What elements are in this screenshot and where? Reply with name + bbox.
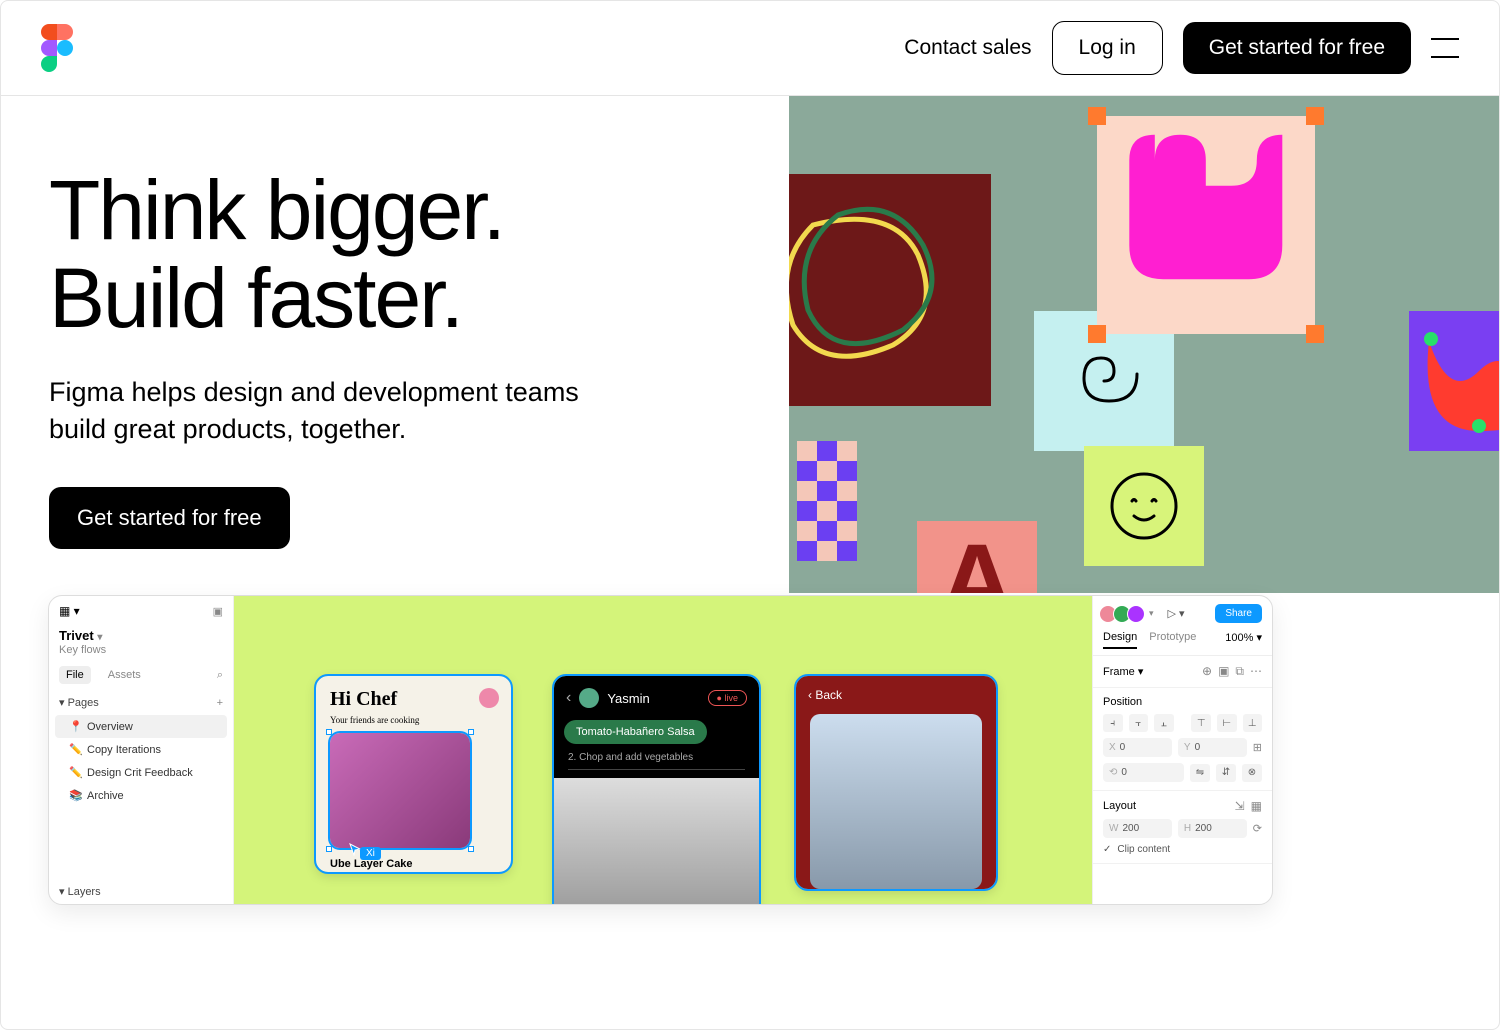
smile-card <box>1084 446 1204 566</box>
more-icon[interactable]: ⋯ <box>1250 664 1262 679</box>
frame-hi-chef[interactable]: Hi Chef Your friends are cooking Xi Ube … <box>316 676 511 872</box>
page-copy-iterations[interactable]: ✏️Copy Iterations <box>49 738 233 761</box>
blob-card <box>789 174 991 406</box>
lock-aspect-icon[interactable]: ⟳ <box>1253 822 1262 835</box>
menu-icon[interactable] <box>1431 38 1459 58</box>
cursor-label: Xi <box>360 847 381 860</box>
align-hcenter-icon[interactable]: ⫟ <box>1129 714 1149 732</box>
frame1-subtitle: Your friends are cooking <box>316 713 511 733</box>
app-right-panel: ▾ ▷ ▾ Share Design Prototype 100% ▾ Fram… <box>1092 596 1272 904</box>
recipe-pill: Tomato-Habañero Salsa <box>564 720 707 744</box>
avatar-icon <box>579 688 599 708</box>
letter-card: A <box>917 521 1037 593</box>
y-field[interactable]: Y0 <box>1178 738 1247 757</box>
align-icon[interactable]: ⊕ <box>1202 664 1212 679</box>
hero-title-line2: Build faster. <box>49 254 791 342</box>
align-left-icon[interactable]: ⫞ <box>1103 714 1123 732</box>
copy-icon[interactable]: ⧉ <box>1235 664 1244 679</box>
figma-icon[interactable]: ▦ ▾ <box>59 604 80 618</box>
autolayout-icon[interactable]: ⇲ <box>1235 799 1245 813</box>
chevron-left-icon[interactable]: ‹ <box>566 689 571 707</box>
rotation-field[interactable]: ⟲0 <box>1103 763 1184 782</box>
page-design-crit[interactable]: ✏️Design Crit Feedback <box>49 761 233 784</box>
frame-back[interactable]: ‹ Back <box>796 676 996 889</box>
live-badge: ● live <box>708 690 747 706</box>
tab-file[interactable]: File <box>59 666 91 684</box>
width-field[interactable]: W200 <box>1103 819 1172 838</box>
x-field[interactable]: X0 <box>1103 738 1172 757</box>
tab-assets[interactable]: Assets <box>101 666 148 684</box>
photo-placeholder <box>810 714 982 889</box>
site-header: Contact sales Log in Get started for fre… <box>1 1 1499 96</box>
frame-yasmin[interactable]: ‹ Yasmin ● live Tomato-Habañero Salsa 2.… <box>554 676 759 905</box>
tab-prototype[interactable]: Prototype <box>1149 631 1196 649</box>
page-archive[interactable]: 📚Archive <box>49 784 233 807</box>
align-right-icon[interactable]: ⫠ <box>1154 714 1174 732</box>
recipe-name: Ube Layer Cake <box>316 848 511 872</box>
avatar-icon <box>479 688 499 708</box>
video-placeholder <box>554 778 759 905</box>
log-in-button[interactable]: Log in <box>1052 21 1163 75</box>
hero-content: Think bigger. Build faster. Figma helps … <box>1 96 791 549</box>
contact-sales-link[interactable]: Contact sales <box>904 36 1031 60</box>
panel-toggle-icon[interactable]: ▣ <box>213 605 223 618</box>
hero-section: Think bigger. Build faster. Figma helps … <box>1 96 1499 549</box>
clip-checkbox[interactable]: ✓ <box>1103 844 1111 855</box>
zoom-level[interactable]: 100% ▾ <box>1225 631 1262 649</box>
hero-title: Think bigger. Build faster. <box>49 166 791 342</box>
project-subtitle: Key flows <box>49 643 233 666</box>
misc-icon[interactable]: ⊗ <box>1242 764 1262 782</box>
header-nav: Contact sales Log in Get started for fre… <box>904 21 1459 75</box>
share-button[interactable]: Share <box>1215 604 1262 623</box>
hero-subtitle: Figma helps design and development teams… <box>49 374 619 447</box>
layout-label: Layout <box>1103 800 1136 812</box>
align-top-icon[interactable]: ⊤ <box>1191 714 1211 732</box>
figma-logo[interactable] <box>41 24 73 72</box>
step-text: 2. Chop and add vegetables <box>568 752 745 770</box>
frame2-name: Yasmin <box>607 691 649 706</box>
play-icon[interactable]: ▷ ▾ <box>1168 607 1185 620</box>
position-label: Position <box>1103 696 1262 708</box>
component-icon[interactable]: ▣ <box>1218 664 1229 679</box>
height-field[interactable]: H200 <box>1178 819 1247 838</box>
page-overview[interactable]: 📍Overview <box>55 715 227 738</box>
figma-app-preview: ▦ ▾ ▣ Trivet ▾ Key flows File Assets ⌕ ▾… <box>48 595 1273 905</box>
add-page-icon[interactable]: + <box>217 697 223 709</box>
get-started-button[interactable]: Get started for free <box>1183 22 1411 74</box>
grid-icon[interactable]: ▦ <box>1251 799 1262 813</box>
hero-cta-button[interactable]: Get started for free <box>49 487 290 549</box>
constraints-icon[interactable]: ⊞ <box>1253 741 1262 754</box>
clip-label: Clip content <box>1117 844 1170 855</box>
selected-image[interactable]: Xi <box>330 733 470 848</box>
back-button[interactable]: ‹ Back <box>796 676 996 714</box>
project-name[interactable]: Trivet ▾ <box>49 626 233 643</box>
search-icon[interactable]: ⌕ <box>217 669 223 682</box>
frame-dropdown[interactable]: Frame ▾ <box>1103 665 1143 678</box>
tab-design[interactable]: Design <box>1103 631 1137 649</box>
hero-graphic: A <box>789 96 1499 593</box>
hero-title-line1: Think bigger. <box>49 166 791 254</box>
flip-h-icon[interactable]: ⇋ <box>1190 764 1210 782</box>
collaborator-avatars[interactable] <box>1103 605 1145 623</box>
app-canvas[interactable]: Hi Chef Your friends are cooking Xi Ube … <box>234 596 1092 904</box>
align-bottom-icon[interactable]: ⊥ <box>1243 714 1263 732</box>
app-left-panel: ▦ ▾ ▣ Trivet ▾ Key flows File Assets ⌕ ▾… <box>49 596 234 904</box>
flip-v-icon[interactable]: ⇵ <box>1216 764 1236 782</box>
pages-section-header[interactable]: ▾ Pages + <box>49 690 233 715</box>
selected-shape-card <box>1097 116 1315 334</box>
jester-card <box>1409 311 1499 451</box>
layers-section-header[interactable]: ▾ Layers <box>49 879 233 904</box>
checker-pattern <box>797 441 857 571</box>
align-vcenter-icon[interactable]: ⊢ <box>1217 714 1237 732</box>
